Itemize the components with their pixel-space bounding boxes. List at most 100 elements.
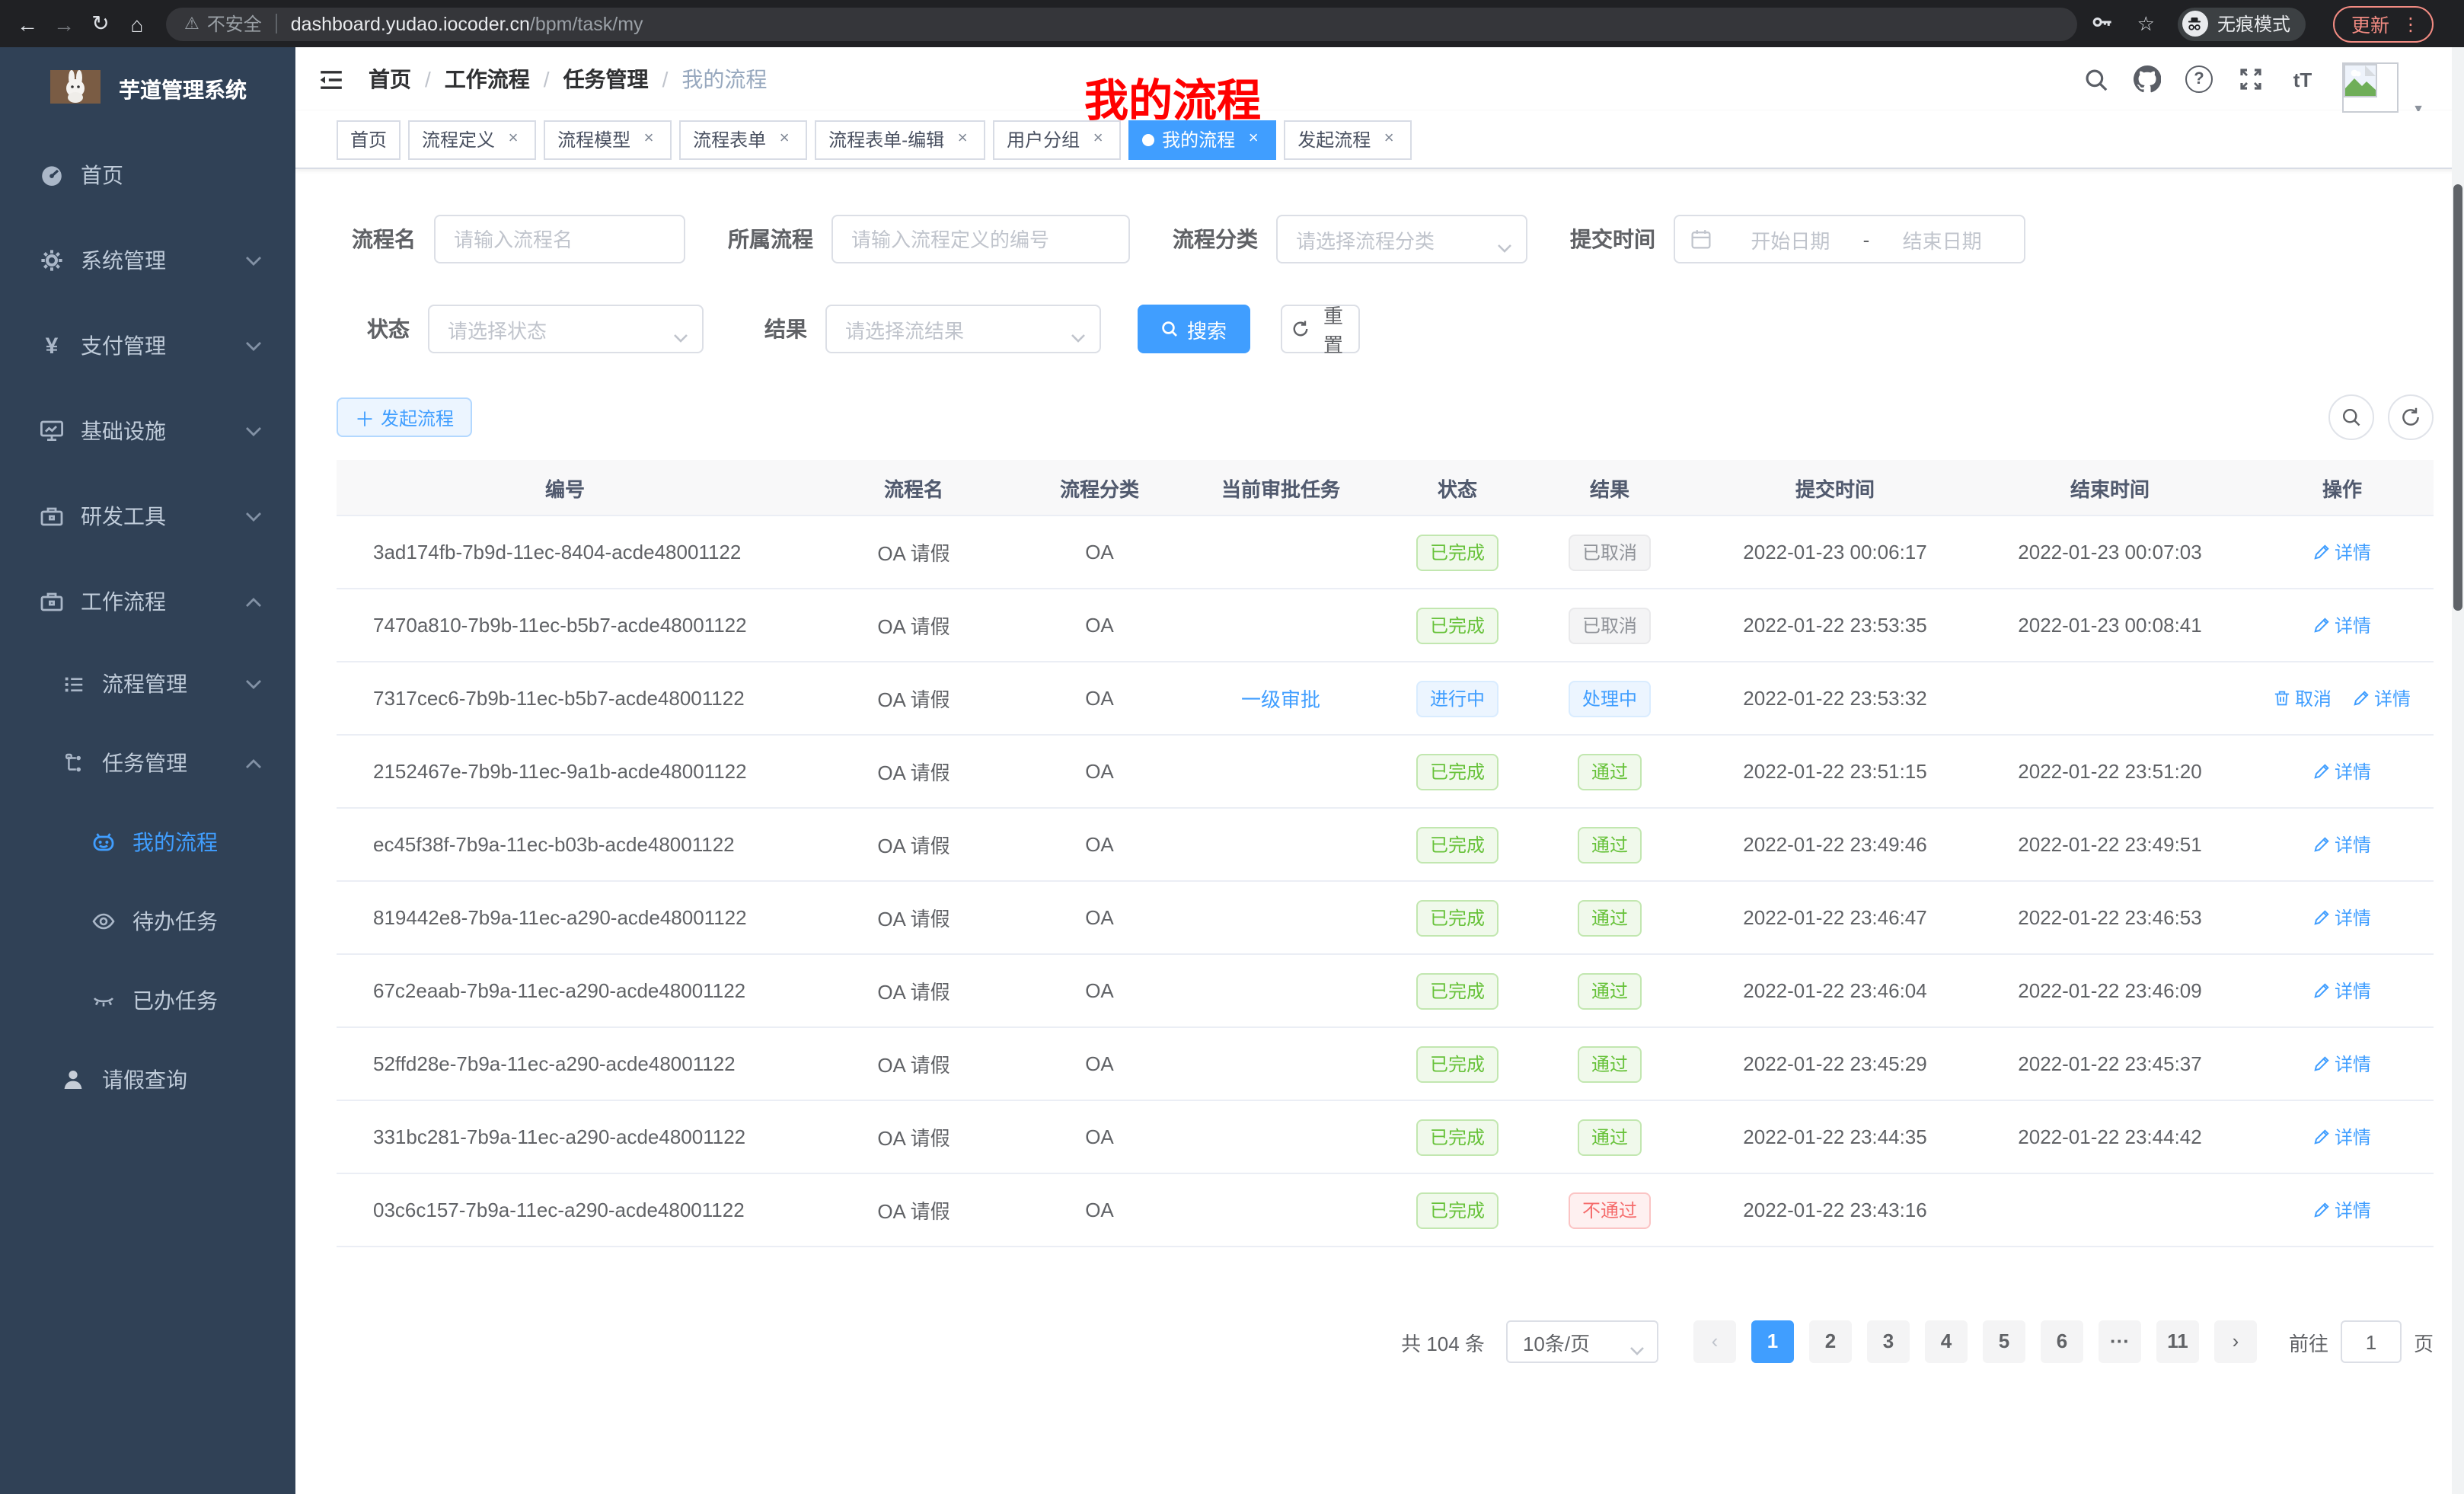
yen-icon: ¥ xyxy=(38,333,65,359)
tab-process-form-edit[interactable]: 流程表单-编辑× xyxy=(815,120,985,159)
result-badge: 处理中 xyxy=(1569,680,1651,717)
browser-menu-icon[interactable]: ⋮ xyxy=(2402,13,2420,34)
detail-action[interactable]: 详情 xyxy=(2313,978,2371,1004)
sidebar-item-leave-query[interactable]: 请假查询 xyxy=(0,1040,295,1119)
create-process-button[interactable]: ＋ 发起流程 xyxy=(337,397,472,437)
tab-close-icon[interactable]: × xyxy=(1380,130,1398,148)
detail-action[interactable]: 详情 xyxy=(2313,539,2371,565)
sidebar-item-devtools[interactable]: 研发工具 xyxy=(0,474,295,559)
browser-forward-icon[interactable]: → xyxy=(50,11,78,36)
cell-process-name: OA 请假 xyxy=(793,954,1034,1027)
font-size-icon[interactable]: tT xyxy=(2289,68,2316,91)
tab-close-icon[interactable]: × xyxy=(775,130,793,148)
submit-time-range[interactable]: 开始日期 - 结束日期 xyxy=(1674,215,2025,263)
page-button[interactable]: 4 xyxy=(1925,1320,1968,1363)
app-logo[interactable]: 芋道管理系统 xyxy=(0,47,295,132)
process-def-input[interactable] xyxy=(831,215,1130,263)
browser-back-icon[interactable]: ← xyxy=(14,11,41,36)
search-icon[interactable] xyxy=(2082,66,2109,92)
table-row: 331bc281-7b9a-11ec-a290-acde48001122OA 请… xyxy=(337,1100,2434,1173)
table-refresh-button[interactable] xyxy=(2388,394,2434,440)
bookmark-star-icon[interactable]: ☆ xyxy=(2137,11,2155,36)
breadcrumb-workflow[interactable]: 工作流程 xyxy=(445,64,530,94)
cell-process-id: 3ad174fb-7b9d-11ec-8404-acde48001122 xyxy=(337,516,793,589)
browser-update-button[interactable]: 更新 ⋮ xyxy=(2333,5,2434,42)
sidebar-item-task-mgmt[interactable]: 任务管理 xyxy=(0,723,295,803)
tab-start-process[interactable]: 发起流程× xyxy=(1284,120,1412,159)
status-badge: 已完成 xyxy=(1416,899,1499,936)
current-task-link[interactable]: 一级审批 xyxy=(1241,688,1320,711)
detail-action[interactable]: 详情 xyxy=(2313,1124,2371,1150)
sidebar-collapse-icon[interactable] xyxy=(318,66,344,92)
github-icon[interactable] xyxy=(2134,65,2161,93)
sidebar-item-todo-tasks[interactable]: 待办任务 xyxy=(0,882,295,961)
sidebar-item-payment[interactable]: ¥ 支付管理 xyxy=(0,303,295,388)
page-button[interactable]: 1 xyxy=(1751,1320,1794,1363)
browser-home-icon[interactable]: ⌂ xyxy=(123,11,151,36)
tab-home[interactable]: 首页 xyxy=(337,120,401,159)
tab-close-icon[interactable]: × xyxy=(953,130,972,148)
sidebar-item-infrastructure[interactable]: 基础设施 xyxy=(0,388,295,474)
sidebar-item-my-process[interactable]: 我的流程 xyxy=(0,803,295,882)
detail-action[interactable]: 详情 xyxy=(2313,612,2371,638)
prev-page-button[interactable]: ‹ xyxy=(1693,1320,1736,1363)
page-button[interactable]: 11 xyxy=(2156,1320,2199,1363)
tab-close-icon[interactable]: × xyxy=(1244,130,1262,148)
sidebar-item-workflow[interactable]: 工作流程 xyxy=(0,559,295,644)
detail-action[interactable]: 详情 xyxy=(2313,1197,2371,1223)
page-button[interactable]: 5 xyxy=(1983,1320,2025,1363)
result-select[interactable]: 请选择流结果 xyxy=(825,305,1101,353)
tab-close-icon[interactable]: × xyxy=(504,130,522,148)
detail-action[interactable]: 详情 xyxy=(2313,1051,2371,1077)
gear-icon xyxy=(38,248,65,273)
browser-reload-icon[interactable]: ↻ xyxy=(87,11,114,37)
tab-process-model[interactable]: 流程模型× xyxy=(544,120,672,159)
tab-process-form[interactable]: 流程表单× xyxy=(679,120,807,159)
detail-action[interactable]: 详情 xyxy=(2313,832,2371,857)
table-row: 819442e8-7b9a-11ec-a290-acde48001122OA 请… xyxy=(337,881,2434,954)
goto-page-input[interactable] xyxy=(2341,1320,2402,1363)
fullscreen-icon[interactable] xyxy=(2237,67,2265,91)
sidebar-item-system[interactable]: 系统管理 xyxy=(0,218,295,303)
status-select[interactable]: 请选择状态 xyxy=(428,305,704,353)
page-button[interactable]: 6 xyxy=(2041,1320,2083,1363)
result-badge: 通过 xyxy=(1578,1119,1642,1155)
breadcrumb-task-mgmt[interactable]: 任务管理 xyxy=(563,64,649,94)
navbar: 首页 / 工作流程 / 任务管理 / 我的流程 ? xyxy=(295,47,2464,111)
category-select[interactable]: 请选择流程分类 xyxy=(1276,215,1527,263)
scrollbar-thumb[interactable] xyxy=(2453,184,2462,611)
tab-close-icon[interactable]: × xyxy=(640,130,658,148)
col-id: 编号 xyxy=(337,460,793,516)
page-more-button[interactable]: ··· xyxy=(2099,1320,2141,1363)
next-page-button[interactable]: › xyxy=(2214,1320,2257,1363)
page-size-select[interactable]: 10条/页 xyxy=(1506,1320,1658,1363)
tab-close-icon[interactable]: × xyxy=(1089,130,1107,148)
page-button[interactable]: 2 xyxy=(1809,1320,1852,1363)
address-bar[interactable]: ⚠ 不安全 dashboard.yudao.iocoder.cn/bpm/tas… xyxy=(166,7,2077,40)
cell-current-task xyxy=(1165,881,1396,954)
cell-category: OA xyxy=(1034,954,1165,1027)
help-icon[interactable]: ? xyxy=(2185,65,2213,93)
result-badge: 通过 xyxy=(1578,753,1642,790)
sidebar-item-done-tasks[interactable]: 已办任务 xyxy=(0,961,295,1040)
breadcrumb-current: 我的流程 xyxy=(681,64,767,94)
sidebar-item-home[interactable]: 首页 xyxy=(0,132,295,218)
detail-action[interactable]: 详情 xyxy=(2313,905,2371,931)
sidebar: 芋道管理系统 首页 系统管理 ¥ 支付管理 xyxy=(0,47,295,1494)
cancel-action[interactable]: 取消 xyxy=(2274,685,2332,711)
cell-process-id: 67c2eaab-7b9a-11ec-a290-acde48001122 xyxy=(337,954,793,1027)
page-scrollbar[interactable] xyxy=(2452,47,2464,1494)
sidebar-item-process-mgmt[interactable]: 流程管理 xyxy=(0,644,295,723)
page-button[interactable]: 3 xyxy=(1867,1320,1910,1363)
reset-button[interactable]: 重置 xyxy=(1281,305,1360,353)
breadcrumb-home[interactable]: 首页 xyxy=(369,64,411,94)
table-search-button[interactable] xyxy=(2328,394,2374,440)
avatar[interactable] xyxy=(2342,62,2399,113)
password-key-icon[interactable] xyxy=(2092,10,2115,37)
process-name-input[interactable] xyxy=(434,215,685,263)
cell-submit-time: 2022-01-22 23:49:46 xyxy=(1701,808,1969,881)
detail-action[interactable]: 详情 xyxy=(2353,685,2411,711)
search-button[interactable]: 搜索 xyxy=(1138,305,1250,353)
tab-process-definition[interactable]: 流程定义× xyxy=(408,120,536,159)
detail-action[interactable]: 详情 xyxy=(2313,758,2371,784)
